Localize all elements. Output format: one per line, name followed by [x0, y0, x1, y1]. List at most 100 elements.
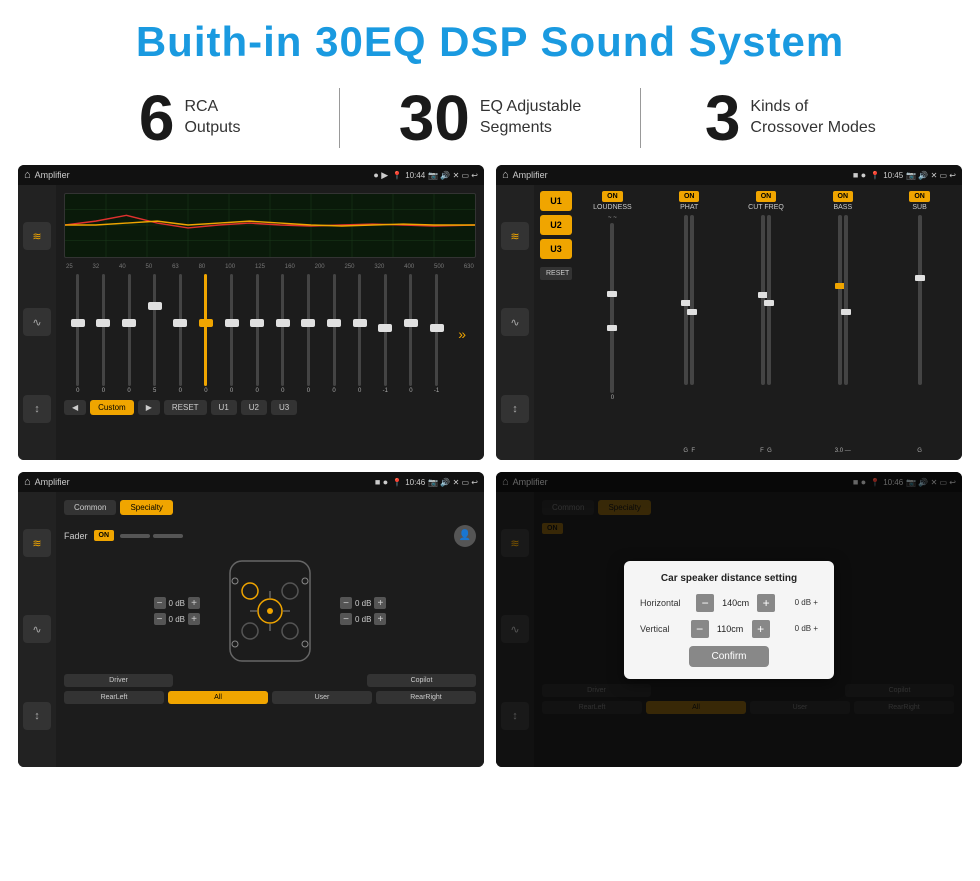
db-control-0: − 0 dB + [154, 597, 200, 609]
db-plus-1[interactable]: + [188, 613, 200, 625]
dialog-vertical-minus[interactable]: − [691, 620, 709, 638]
eq-u2-btn[interactable]: U2 [241, 400, 267, 415]
eq-tool-3[interactable]: ↕ [23, 395, 51, 423]
screen-eq: ⌂ Amplifier ● ▶ 📍 10:44 📷 🔊 ✕ ▭ ↩ ≋ ∿ ↕ [18, 165, 484, 460]
eq-freq-labels: 2532405063 80100125160200 25032040050063… [64, 264, 476, 270]
dialog-vertical-plus[interactable]: + [752, 620, 770, 638]
eq-slider-4[interactable]: 0 [169, 274, 193, 394]
dialog-box: Car speaker distance setting Horizontal … [624, 561, 834, 679]
eq-slider-8[interactable]: 0 [271, 274, 295, 394]
stat-number-crossover: 3 [705, 86, 741, 150]
eq-content: 2532405063 80100125160200 25032040050063… [56, 185, 484, 460]
eq-tool-2[interactable]: ∿ [23, 308, 51, 336]
stat-label-rca-1: RCA [184, 97, 240, 118]
stat-rca: 6 RCA Outputs [40, 86, 339, 150]
loudness-on-btn[interactable]: ON [602, 191, 623, 202]
dialog-horizontal-minus[interactable]: − [696, 594, 714, 612]
eq-slider-7[interactable]: 0 [245, 274, 269, 394]
eq-u3-btn[interactable]: U3 [271, 400, 297, 415]
db-minus-2[interactable]: − [340, 597, 352, 609]
dsp-ch-bass: ON BASS 3.0 — [806, 191, 879, 454]
db-plus-3[interactable]: + [374, 613, 386, 625]
dsp-reset-btn[interactable]: RESET [540, 267, 572, 280]
dialog-confirm-button[interactable]: Confirm [689, 646, 769, 667]
eq-slider-1[interactable]: 0 [92, 274, 116, 394]
eq-tool-1[interactable]: ≋ [23, 222, 51, 250]
eq-next-btn[interactable]: ▶ [138, 400, 160, 415]
eq-slider-10[interactable]: 0 [322, 274, 346, 394]
eq-slider-3[interactable]: 5 [143, 274, 167, 394]
bass-sliders [838, 215, 848, 446]
eq-toolbar: ≋ ∿ ↕ [18, 185, 56, 460]
fader-tab-specialty[interactable]: Specialty [120, 500, 172, 515]
sub-on-btn[interactable]: ON [909, 191, 930, 202]
eq-prev-btn[interactable]: ◀ [64, 400, 86, 415]
btn-driver[interactable]: Driver [64, 674, 173, 687]
screens-grid: ⌂ Amplifier ● ▶ 📍 10:44 📷 🔊 ✕ ▭ ↩ ≋ ∿ ↕ [0, 165, 980, 777]
fader-on-btn[interactable]: ON [94, 530, 115, 541]
eq-slider-14[interactable]: -1 [425, 274, 449, 394]
eq-slider-2[interactable]: 0 [117, 274, 141, 394]
dsp-ch-cutfreq: ON CUT FREQ F G [730, 191, 803, 454]
eq-slider-11[interactable]: 0 [348, 274, 372, 394]
preset-u1[interactable]: U1 [540, 191, 572, 211]
bass-on-btn[interactable]: ON [833, 191, 854, 202]
db-minus-3[interactable]: − [340, 613, 352, 625]
db-plus-2[interactable]: + [374, 597, 386, 609]
phat-on-btn[interactable]: ON [679, 191, 700, 202]
eq-slider-5[interactable]: 0 [194, 274, 218, 394]
dsp-home-icon[interactable]: ⌂ [502, 169, 509, 181]
home-icon[interactable]: ⌂ [24, 169, 31, 181]
phat-sliders [684, 215, 694, 446]
btn-copilot[interactable]: Copilot [367, 674, 476, 687]
fader-slider-2[interactable] [153, 534, 183, 538]
status-bar-fader: ⌂ Amplifier ■ ● 📍 10:46 📷 🔊 ✕ ▭ ↩ [18, 472, 484, 492]
db-plus-0[interactable]: + [188, 597, 200, 609]
eq-slider-0[interactable]: 0 [66, 274, 90, 394]
fader-tool-1[interactable]: ≋ [23, 529, 51, 557]
status-bar-eq: ⌂ Amplifier ● ▶ 📍 10:44 📷 🔊 ✕ ▭ ↩ [18, 165, 484, 185]
stats-row: 6 RCA Outputs 30 EQ Adjustable Segments … [0, 76, 980, 165]
eq-slider-13[interactable]: 0 [399, 274, 423, 394]
profile-icon-fader[interactable]: 👤 [454, 525, 476, 547]
btn-user[interactable]: User [272, 691, 372, 704]
eq-bottom-bar: ◀ Custom ▶ RESET U1 U2 U3 [64, 400, 476, 415]
dsp-ch-loudness: ON LOUDNESS ~ ~ 0 [576, 191, 649, 454]
dsp-title: Amplifier [513, 170, 849, 180]
fader-slider-1[interactable] [120, 534, 150, 538]
dsp-presets: U1 U2 U3 RESET [540, 191, 572, 454]
eq-u1-btn[interactable]: U1 [211, 400, 237, 415]
preset-u2[interactable]: U2 [540, 215, 572, 235]
eq-reset-btn[interactable]: RESET [164, 400, 207, 415]
fader-home-icon[interactable]: ⌂ [24, 476, 31, 488]
btn-rearright[interactable]: RearRight [376, 691, 476, 704]
dialog-horizontal-row: Horizontal − 140cm + 0 dB + [640, 594, 818, 612]
eq-slider-6[interactable]: 0 [220, 274, 244, 394]
fader-tool-3[interactable]: ↕ [23, 702, 51, 730]
dialog-horizontal-plus[interactable]: + [757, 594, 775, 612]
fader-tab-common[interactable]: Common [64, 500, 116, 515]
page-title: Buith-in 30EQ DSP Sound System [0, 0, 980, 76]
stat-eq: 30 EQ Adjustable Segments [340, 86, 639, 150]
cutfreq-label: CUT FREQ [748, 204, 784, 211]
btn-all[interactable]: All [168, 691, 268, 704]
cutfreq-on-btn[interactable]: ON [756, 191, 777, 202]
db-display-h: 0 dB + [795, 598, 818, 607]
fader-tool-2[interactable]: ∿ [23, 615, 51, 643]
eq-custom-btn[interactable]: Custom [90, 400, 134, 415]
db-minus-1[interactable]: − [154, 613, 166, 625]
dsp-ch-sub: ON SUB G [883, 191, 956, 454]
dsp-tool-3[interactable]: ↕ [501, 395, 529, 423]
dsp-tool-1[interactable]: ≋ [501, 222, 529, 250]
preset-u3[interactable]: U3 [540, 239, 572, 259]
fader-status-icons: 📍 10:46 📷 🔊 ✕ ▭ ↩ [392, 478, 478, 487]
dsp-tool-2[interactable]: ∿ [501, 308, 529, 336]
db-value-3: 0 dB [355, 615, 371, 624]
db-minus-0[interactable]: − [154, 597, 166, 609]
eq-slider-9[interactable]: 0 [297, 274, 321, 394]
btn-rearleft[interactable]: RearLeft [64, 691, 164, 704]
fader-content: Common Specialty Fader ON 👤 − 0 dB [56, 492, 484, 767]
screen-dsp: ⌂ Amplifier ■ ● 📍 10:45 📷 🔊 ✕ ▭ ↩ ≋ ∿ ↕ … [496, 165, 962, 460]
fader-icons: ■ ● [375, 477, 388, 487]
eq-slider-12[interactable]: -1 [374, 274, 398, 394]
